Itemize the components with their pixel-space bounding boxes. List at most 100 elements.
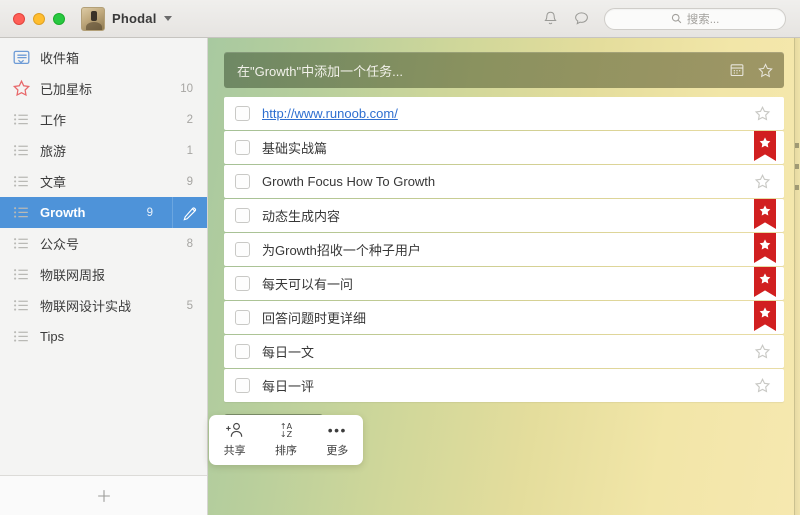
sidebar-item-旅游[interactable]: 旅游 1 bbox=[0, 135, 207, 166]
sidebar-item-count: 9 bbox=[186, 175, 193, 188]
search-placeholder: 搜索... bbox=[686, 13, 720, 26]
task-row[interactable]: 每日一文 bbox=[224, 335, 784, 368]
sidebar-item-Tips[interactable]: Tips bbox=[0, 321, 207, 352]
sidebar-item-count: 8 bbox=[186, 237, 193, 250]
sort-glyph: ↑A ↓Z bbox=[279, 421, 293, 439]
right-edge-panel[interactable] bbox=[794, 38, 800, 515]
sidebar-item-label: 工作 bbox=[40, 113, 67, 128]
star-icon bbox=[12, 79, 31, 98]
list-icon bbox=[12, 110, 31, 129]
list-icon bbox=[12, 203, 31, 222]
sidebar-item-文章[interactable]: 文章 9 bbox=[0, 166, 207, 197]
task-star-slot bbox=[740, 199, 784, 232]
star-outline-icon[interactable] bbox=[754, 105, 771, 122]
search-input[interactable]: 搜索... bbox=[604, 7, 786, 30]
toolbar-sort-az-button[interactable]: ↑A ↓Z 排序 bbox=[261, 422, 311, 458]
task-checkbox[interactable] bbox=[235, 310, 250, 325]
caret-down-icon[interactable] bbox=[163, 16, 172, 21]
avatar bbox=[81, 6, 105, 31]
zoom-button[interactable] bbox=[53, 12, 65, 25]
task-row[interactable]: 基础实战篇 bbox=[224, 131, 784, 164]
sidebar-item-label: 文章 bbox=[40, 175, 67, 190]
task-star-slot bbox=[740, 301, 784, 334]
star-outline-icon[interactable] bbox=[754, 377, 771, 394]
star-outline-icon[interactable] bbox=[757, 62, 774, 79]
sidebar-item-Growth[interactable]: Growth 9 bbox=[0, 197, 207, 228]
add-task-bar[interactable]: 在"Growth"中添加一个任务... bbox=[224, 52, 784, 88]
star-ribbon-icon[interactable] bbox=[754, 301, 776, 331]
account-menu[interactable]: Phodal bbox=[81, 6, 172, 31]
task-star-slot bbox=[740, 131, 784, 164]
edge-mark bbox=[795, 185, 799, 190]
sidebar-item-收件箱[interactable]: 收件箱 bbox=[0, 42, 207, 73]
sidebar-item-物联网周报[interactable]: 物联网周报 bbox=[0, 259, 207, 290]
task-row[interactable]: 每天可以有一问 bbox=[224, 267, 784, 300]
minimize-button[interactable] bbox=[33, 12, 45, 25]
sidebar-item-label: 物联网周报 bbox=[40, 268, 106, 283]
task-title: Growth Focus How To Growth bbox=[262, 174, 436, 189]
share-person-icon bbox=[225, 422, 244, 439]
task-checkbox[interactable] bbox=[235, 174, 250, 189]
toolbar-label: 共享 bbox=[223, 445, 246, 457]
list-icon bbox=[12, 234, 31, 253]
task-checkbox[interactable] bbox=[235, 344, 250, 359]
bell-icon[interactable] bbox=[542, 10, 559, 27]
list-icon bbox=[12, 172, 31, 191]
sidebar-item-label: 物联网设计实战 bbox=[40, 299, 132, 314]
chat-bubble-icon[interactable] bbox=[573, 10, 590, 27]
star-outline-icon[interactable] bbox=[754, 173, 771, 190]
list-icon bbox=[12, 327, 31, 346]
sidebar-item-label: 已加星标 bbox=[40, 82, 93, 97]
task-checkbox[interactable] bbox=[235, 140, 250, 155]
task-checkbox[interactable] bbox=[235, 106, 250, 121]
sidebar-list: 收件箱 已加星标 10 工作 2 旅游 1 文章 9 Growth 9 公众号 8 物联网周报 物联网设计实… bbox=[0, 38, 207, 475]
sidebar-item-物联网设计实战[interactable]: 物联网设计实战 5 bbox=[0, 290, 207, 321]
more-dots-icon: ••• bbox=[328, 422, 347, 439]
star-ribbon-icon[interactable] bbox=[754, 199, 776, 229]
list-icon bbox=[12, 141, 31, 160]
sort-az-icon: ↑A ↓Z bbox=[280, 422, 292, 439]
list-icon bbox=[12, 265, 31, 284]
toolbar-more-dots-button[interactable]: ••• 更多 bbox=[312, 422, 362, 458]
task-row[interactable]: 动态生成内容 bbox=[224, 199, 784, 232]
sidebar-item-工作[interactable]: 工作 2 bbox=[0, 104, 207, 135]
search-icon bbox=[671, 13, 682, 24]
task-row[interactable]: http://www.runoob.com/ bbox=[224, 97, 784, 130]
sidebar-item-label: Growth bbox=[40, 205, 86, 220]
inbox-icon bbox=[12, 48, 31, 67]
star-outline-icon[interactable] bbox=[754, 343, 771, 360]
star-ribbon-icon[interactable] bbox=[754, 131, 776, 161]
sidebar-footer bbox=[0, 475, 207, 515]
task-checkbox[interactable] bbox=[235, 242, 250, 257]
task-checkbox[interactable] bbox=[235, 378, 250, 393]
task-row[interactable]: 每日一评 bbox=[224, 369, 784, 402]
toolbar-label: 排序 bbox=[274, 445, 297, 457]
sidebar-item-count: 10 bbox=[180, 82, 193, 95]
sidebar-item-公众号[interactable]: 公众号 8 bbox=[0, 228, 207, 259]
task-star-slot bbox=[740, 233, 784, 266]
task-row[interactable]: 回答问题时更详细 bbox=[224, 301, 784, 334]
task-checkbox[interactable] bbox=[235, 208, 250, 223]
star-ribbon-icon[interactable] bbox=[754, 267, 776, 297]
task-title: 回答问题时更详细 bbox=[262, 311, 367, 326]
task-title: 每天可以有一问 bbox=[262, 277, 354, 292]
edge-marks bbox=[795, 143, 799, 190]
plus-icon[interactable] bbox=[95, 487, 113, 505]
star-ribbon-icon[interactable] bbox=[754, 233, 776, 263]
task-title: 每日一评 bbox=[262, 379, 315, 394]
pencil-icon[interactable] bbox=[172, 197, 207, 228]
task-title[interactable]: http://www.runoob.com/ bbox=[262, 106, 740, 121]
task-title: 基础实战篇 bbox=[262, 141, 328, 156]
sidebar-item-label: 公众号 bbox=[40, 237, 80, 252]
toolbar-right: 搜索... bbox=[542, 7, 786, 30]
toolbar-share-person-button[interactable]: 共享 bbox=[210, 422, 260, 458]
task-checkbox[interactable] bbox=[235, 276, 250, 291]
list-icon bbox=[12, 296, 31, 315]
sidebar-item-count: 2 bbox=[186, 113, 193, 126]
calendar-icon[interactable] bbox=[729, 62, 745, 78]
close-button[interactable] bbox=[13, 12, 25, 25]
task-row[interactable]: 为Growth招收一个种子用户 bbox=[224, 233, 784, 266]
account-name: Phodal bbox=[112, 11, 157, 26]
task-row[interactable]: Growth Focus How To Growth bbox=[224, 165, 784, 198]
sidebar-item-已加星标[interactable]: 已加星标 10 bbox=[0, 73, 207, 104]
